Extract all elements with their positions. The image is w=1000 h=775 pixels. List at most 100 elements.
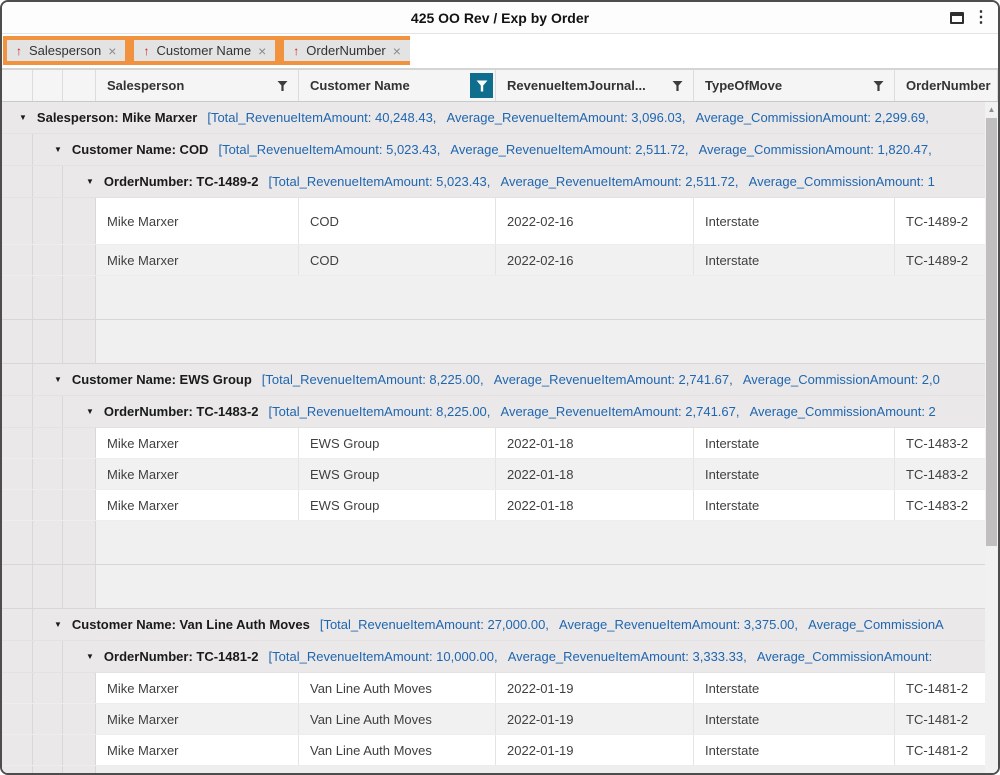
indent-cell — [2, 134, 33, 165]
data-cell: Interstate — [694, 704, 895, 734]
indent-cell — [63, 459, 96, 489]
data-cell: Interstate — [694, 673, 895, 703]
filter-funnel-active-icon[interactable] — [470, 73, 493, 98]
column-header-ordernumber[interactable]: OrderNumber — [895, 70, 998, 101]
data-cell: TC-1481-2 — [895, 704, 985, 734]
group-footer-row — [2, 276, 985, 320]
collapse-triangle-icon[interactable]: ▼ — [54, 375, 62, 384]
data-cell: 2022-01-19 — [496, 735, 694, 765]
group-row-customer-ews-group[interactable]: ▼ Customer Name: EWS Group [Total_Revenu… — [2, 364, 985, 396]
more-menu-icon[interactable]: ⋮ — [973, 10, 989, 26]
filter-funnel-icon[interactable] — [277, 80, 288, 91]
data-cell: Mike Marxer — [96, 198, 299, 244]
group-row-salesperson[interactable]: ▼ Salesperson: Mike Marxer [Total_Revenu… — [2, 102, 985, 134]
data-cell: TC-1481-2 — [895, 673, 985, 703]
data-cell: Mike Marxer — [96, 735, 299, 765]
group-by-panel[interactable]: ↑ Salesperson × ↑ Customer Name × ↑ Orde… — [2, 34, 998, 70]
group-summary: [Total_RevenueItemAmount: 27,000.00, Ave… — [320, 617, 944, 632]
column-header-row: Salesperson Customer Name RevenueItemJou… — [2, 70, 998, 102]
filter-funnel-icon[interactable] — [873, 80, 884, 91]
group-summary: [Total_RevenueItemAmount: 10,000.00, Ave… — [269, 649, 933, 664]
indent-cell — [33, 428, 63, 458]
indent-cell — [33, 320, 63, 363]
data-cell: TC-1483-2 — [895, 490, 985, 520]
vertical-scrollbar[interactable]: ▲ — [985, 102, 998, 773]
table-row[interactable]: Mike Marxer EWS Group 2022-01-18 Interst… — [2, 490, 985, 521]
scrollbar-thumb[interactable] — [986, 118, 997, 546]
column-header-customer-name[interactable]: Customer Name — [299, 70, 496, 101]
data-cell: Interstate — [694, 428, 895, 458]
group-row-customer-van-line-auth-moves[interactable]: ▼ Customer Name: Van Line Auth Moves [To… — [2, 609, 985, 641]
group-chip-label: Salesperson — [29, 43, 101, 58]
scrollbar-up-arrow-icon[interactable]: ▲ — [985, 102, 998, 117]
group-label: Customer Name: COD — [72, 142, 209, 157]
group-row-order-tc-1481-2[interactable]: ▼ OrderNumber: TC-1481-2 [Total_RevenueI… — [2, 641, 985, 673]
column-header-label: Customer Name — [310, 78, 410, 93]
group-row-order-tc-1483-2[interactable]: ▼ OrderNumber: TC-1483-2 [Total_RevenueI… — [2, 396, 985, 428]
indent-cell — [2, 245, 33, 275]
filter-funnel-icon[interactable] — [672, 80, 683, 91]
indent-cell — [2, 641, 33, 672]
column-header-revenueitemjournal[interactable]: RevenueItemJournal... — [496, 70, 694, 101]
data-cell: EWS Group — [299, 459, 496, 489]
group-footer-row — [2, 565, 985, 609]
column-header-salesperson[interactable]: Salesperson — [96, 70, 299, 101]
group-summary: [Total_RevenueItemAmount: 8,225.00, Aver… — [262, 372, 940, 387]
group-chip-ordernumber[interactable]: ↑ OrderNumber × — [284, 40, 410, 61]
close-icon[interactable]: × — [108, 44, 116, 58]
group-summary: [Total_RevenueItemAmount: 5,023.43, Aver… — [218, 142, 931, 157]
data-cell: Interstate — [694, 245, 895, 275]
group-summary: [Total_RevenueItemAmount: 8,225.00, Aver… — [269, 404, 936, 419]
indent-cell — [33, 521, 63, 564]
table-row[interactable]: Mike Marxer EWS Group 2022-01-18 Interst… — [2, 459, 985, 490]
table-row[interactable]: Mike Marxer Van Line Auth Moves 2022-01-… — [2, 704, 985, 735]
group-row-customer-cod[interactable]: ▼ Customer Name: COD [Total_RevenueItemA… — [2, 134, 985, 166]
close-icon[interactable]: × — [393, 44, 401, 58]
table-row[interactable]: Mike Marxer Van Line Auth Moves 2022-01-… — [2, 673, 985, 704]
column-header-typeofmove[interactable]: TypeOfMove — [694, 70, 895, 101]
indent-cell — [33, 459, 63, 489]
group-chip-salesperson[interactable]: ↑ Salesperson × — [7, 40, 125, 61]
window-icon[interactable] — [950, 12, 964, 24]
close-icon[interactable]: × — [258, 44, 266, 58]
collapse-triangle-icon[interactable]: ▼ — [86, 652, 94, 661]
group-label: OrderNumber: TC-1483-2 — [104, 404, 259, 419]
collapse-triangle-icon[interactable]: ▼ — [54, 620, 62, 629]
collapse-triangle-icon[interactable]: ▼ — [86, 177, 94, 186]
title-bar: 425 OO Rev / Exp by Order ⋮ — [2, 2, 998, 34]
indent-cell — [63, 276, 96, 319]
table-row[interactable]: Mike Marxer COD 2022-02-16 Interstate TC… — [2, 198, 985, 245]
data-cell: 2022-01-18 — [496, 459, 694, 489]
data-cell: TC-1483-2 — [895, 459, 985, 489]
data-cell: 2022-01-19 — [496, 673, 694, 703]
data-cell: Van Line Auth Moves — [299, 673, 496, 703]
collapse-triangle-icon[interactable]: ▼ — [86, 407, 94, 416]
table-row[interactable]: Mike Marxer Van Line Auth Moves 2022-01-… — [2, 735, 985, 766]
group-chip-label: Customer Name — [156, 43, 251, 58]
indent-cell — [2, 766, 33, 773]
data-cell: 2022-02-16 — [496, 198, 694, 244]
indent-cell — [33, 766, 63, 773]
column-header-label: OrderNumber — [906, 78, 991, 93]
indent-cell — [63, 428, 96, 458]
indent-cell — [2, 735, 33, 765]
indent-cell — [63, 198, 96, 244]
data-cell: Interstate — [694, 490, 895, 520]
table-row[interactable]: Mike Marxer COD 2022-02-16 Interstate TC… — [2, 245, 985, 276]
indent-cell — [2, 396, 33, 427]
indent-cell — [63, 521, 96, 564]
indent-cell — [2, 276, 33, 319]
grid-window: 425 OO Rev / Exp by Order ⋮ ↑ Salesperso… — [0, 0, 1000, 775]
group-chip-customer-name[interactable]: ↑ Customer Name × — [134, 40, 275, 61]
indent-cell — [63, 490, 96, 520]
indent-cell — [33, 276, 63, 319]
group-footer-row — [2, 521, 985, 565]
group-row-order-tc-1489-2[interactable]: ▼ OrderNumber: TC-1489-2 [Total_RevenueI… — [2, 166, 985, 198]
table-row[interactable]: Mike Marxer EWS Group 2022-01-18 Interst… — [2, 428, 985, 459]
indent-cell — [2, 428, 33, 458]
collapse-triangle-icon[interactable]: ▼ — [19, 113, 27, 122]
collapse-triangle-icon[interactable]: ▼ — [54, 145, 62, 154]
indent-cell — [2, 166, 33, 197]
column-header-label: TypeOfMove — [705, 78, 782, 93]
indent-cell — [33, 565, 63, 608]
